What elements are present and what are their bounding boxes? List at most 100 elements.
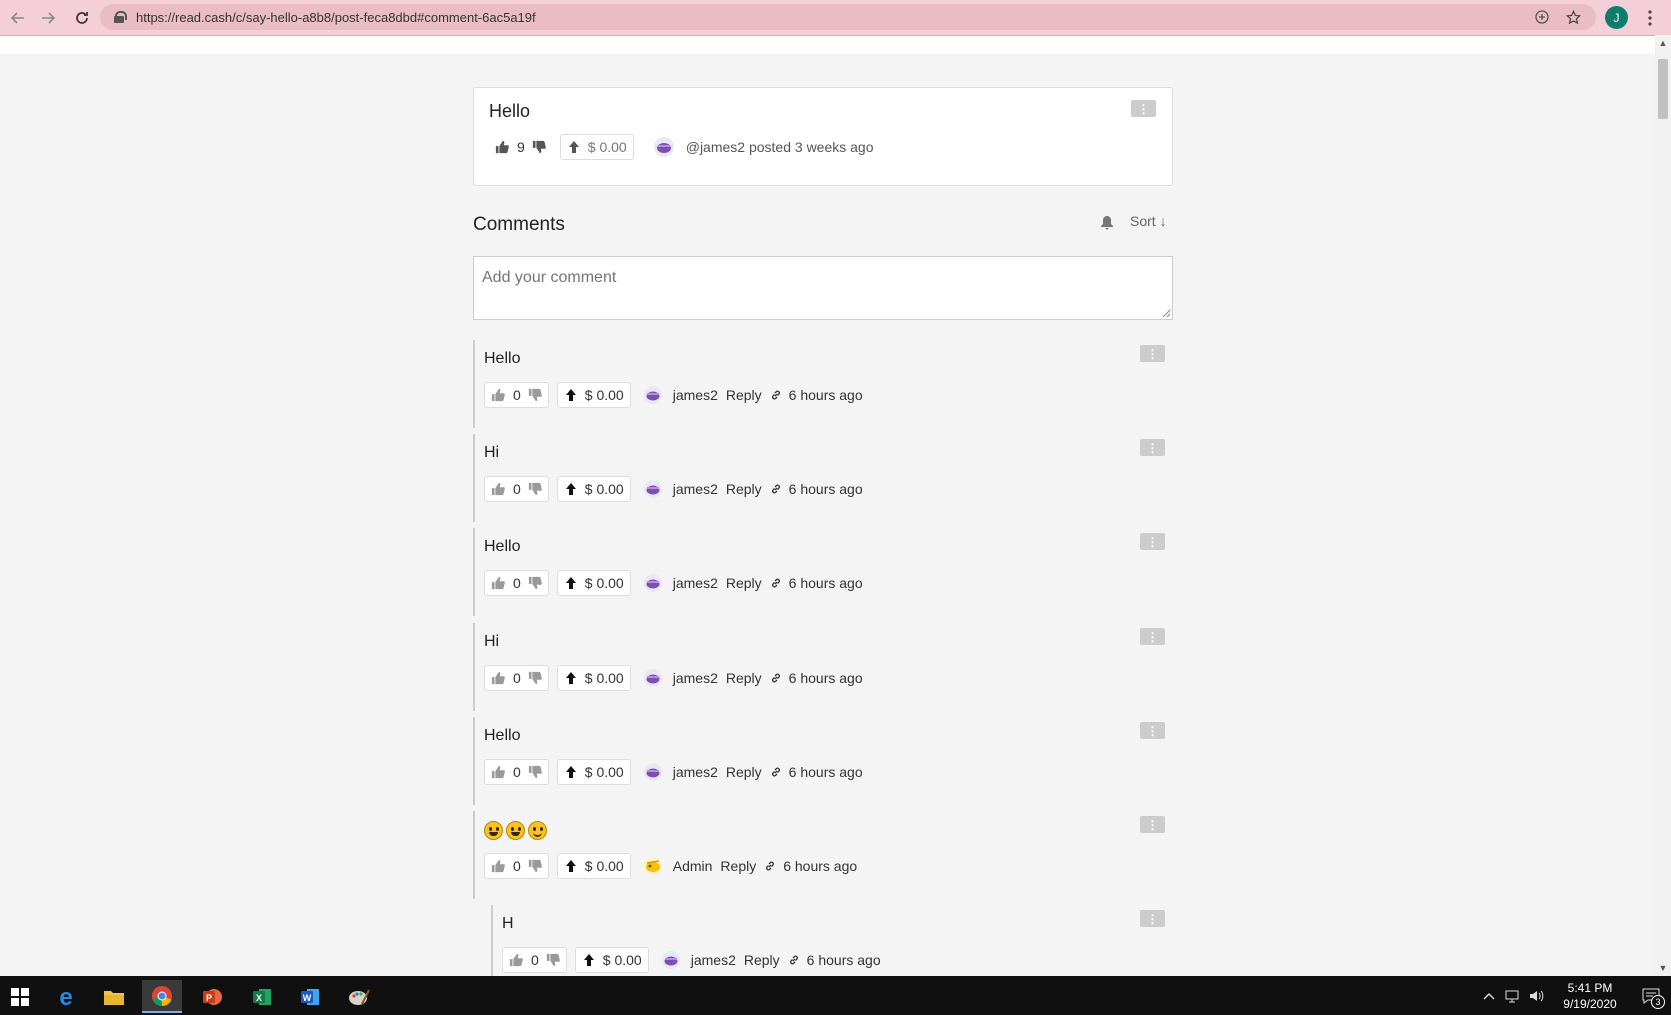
windows-start-icon[interactable]	[0, 980, 40, 1013]
permalink-icon[interactable]	[764, 860, 776, 872]
page-scrollbar[interactable]: ▲ ▼	[1655, 35, 1671, 976]
upvote-thumb-icon[interactable]	[490, 575, 506, 591]
post-tip-button[interactable]: $ 0.00	[559, 134, 634, 160]
downvote-thumb-icon[interactable]	[545, 952, 561, 968]
bookmark-star-icon[interactable]	[1564, 8, 1582, 26]
word-icon[interactable]: W	[290, 980, 330, 1013]
downvote-thumb-icon[interactable]	[531, 139, 547, 155]
reply-link[interactable]: Reply	[726, 387, 762, 403]
excel-icon[interactable]: X	[242, 980, 282, 1013]
paint-icon[interactable]	[339, 980, 379, 1013]
profile-avatar[interactable]: J	[1605, 6, 1628, 29]
downvote-thumb-icon[interactable]	[527, 387, 543, 403]
author-avatar[interactable]	[652, 135, 676, 159]
comment-time[interactable]: 6 hours ago	[789, 575, 863, 591]
post-more-button[interactable]: ⋮	[1131, 100, 1156, 117]
volume-icon[interactable]	[1525, 976, 1549, 1015]
comment-author[interactable]: james2	[673, 387, 718, 403]
upvote-thumb-icon[interactable]	[490, 764, 506, 780]
comment-author[interactable]: Admin	[673, 858, 713, 874]
bell-icon[interactable]	[1099, 214, 1115, 230]
author-avatar[interactable]	[643, 573, 663, 593]
chrome-icon[interactable]	[142, 980, 182, 1013]
downvote-thumb-icon[interactable]	[527, 858, 543, 874]
comment-author[interactable]: james2	[673, 764, 718, 780]
upvote-thumb-icon[interactable]	[490, 670, 506, 686]
comment-author[interactable]: james2	[691, 952, 736, 968]
comment-tip-button[interactable]: $ 0.00	[556, 665, 631, 691]
upvote-thumb-icon[interactable]	[494, 139, 510, 155]
admin-avatar[interactable]	[643, 856, 663, 876]
author-avatar[interactable]	[643, 668, 663, 688]
reply-link[interactable]: Reply	[744, 952, 780, 968]
comment-vote-box: 0	[484, 570, 549, 596]
comment-time[interactable]: 6 hours ago	[789, 387, 863, 403]
comment-more-button[interactable]: ⋮	[1140, 816, 1165, 833]
comment-tip-button[interactable]: $ 0.00	[574, 947, 649, 973]
post-byline[interactable]: @james2 posted 3 weeks ago	[686, 139, 874, 155]
taskbar-clock[interactable]: 5:41 PM 9/19/2020	[1549, 980, 1631, 1012]
reply-link[interactable]: Reply	[720, 858, 756, 874]
permalink-icon[interactable]	[770, 483, 782, 495]
action-center-icon[interactable]: 3	[1631, 976, 1671, 1015]
scroll-up-arrow-icon[interactable]: ▲	[1655, 35, 1671, 51]
address-bar[interactable]: https://read.cash/c/say-hello-a8b8/post-…	[100, 4, 1596, 30]
back-icon[interactable]	[6, 6, 30, 30]
reload-icon[interactable]	[70, 6, 94, 30]
file-explorer-icon[interactable]	[94, 980, 134, 1013]
comment-more-button[interactable]: ⋮	[1140, 345, 1165, 362]
reply-link[interactable]: Reply	[726, 481, 762, 497]
comment-tip-button[interactable]: $ 0.00	[556, 476, 631, 502]
sort-button[interactable]: Sort ↓	[1130, 213, 1167, 229]
author-avatar[interactable]	[643, 762, 663, 782]
browser-menu-icon[interactable]	[1640, 6, 1660, 29]
comment-input[interactable]	[473, 256, 1173, 320]
permalink-icon[interactable]	[770, 766, 782, 778]
comment-time[interactable]: 6 hours ago	[783, 858, 857, 874]
downvote-thumb-icon[interactable]	[527, 481, 543, 497]
comment-more-button[interactable]: ⋮	[1140, 910, 1165, 927]
comment-tip-button[interactable]: $ 0.00	[556, 570, 631, 596]
author-avatar[interactable]	[643, 385, 663, 405]
upvote-thumb-icon[interactable]	[508, 952, 524, 968]
comment-time[interactable]: 6 hours ago	[789, 670, 863, 686]
resize-grip-icon[interactable]	[1161, 308, 1171, 318]
comment-author[interactable]: james2	[673, 670, 718, 686]
comment-more-button[interactable]: ⋮	[1140, 439, 1165, 456]
reply-link[interactable]: Reply	[726, 575, 762, 591]
permalink-icon[interactable]	[770, 672, 782, 684]
network-icon[interactable]	[1501, 976, 1525, 1015]
downvote-thumb-icon[interactable]	[527, 764, 543, 780]
downvote-thumb-icon[interactable]	[527, 670, 543, 686]
comment-vote-box: 0	[484, 759, 549, 785]
comment-time[interactable]: 6 hours ago	[807, 952, 881, 968]
comment-author[interactable]: james2	[673, 575, 718, 591]
comment-tip-button[interactable]: $ 0.00	[556, 853, 631, 879]
install-icon[interactable]	[1533, 8, 1551, 26]
comment-more-button[interactable]: ⋮	[1140, 722, 1165, 739]
comment-time[interactable]: 6 hours ago	[789, 764, 863, 780]
reply-link[interactable]: Reply	[726, 764, 762, 780]
permalink-icon[interactable]	[770, 577, 782, 589]
upvote-thumb-icon[interactable]	[490, 858, 506, 874]
edge-browser-icon[interactable]: e	[46, 980, 86, 1013]
upvote-thumb-icon[interactable]	[490, 481, 506, 497]
comment-more-button[interactable]: ⋮	[1140, 533, 1165, 550]
comment-more-button[interactable]: ⋮	[1140, 628, 1165, 645]
permalink-icon[interactable]	[770, 389, 782, 401]
permalink-icon[interactable]	[788, 954, 800, 966]
comment-author[interactable]: james2	[673, 481, 718, 497]
comment-tip-button[interactable]: $ 0.00	[556, 382, 631, 408]
downvote-thumb-icon[interactable]	[527, 575, 543, 591]
upvote-thumb-icon[interactable]	[490, 387, 506, 403]
show-hidden-icons-chevron-icon[interactable]	[1477, 976, 1501, 1015]
powerpoint-icon[interactable]: P	[192, 980, 232, 1013]
author-avatar[interactable]	[643, 479, 663, 499]
forward-icon[interactable]	[36, 6, 60, 30]
scroll-down-arrow-icon[interactable]: ▼	[1655, 960, 1671, 976]
comment-time[interactable]: 6 hours ago	[789, 481, 863, 497]
reply-link[interactable]: Reply	[726, 670, 762, 686]
scroll-thumb[interactable]	[1658, 59, 1668, 119]
comment-tip-button[interactable]: $ 0.00	[556, 759, 631, 785]
author-avatar[interactable]	[661, 950, 681, 970]
